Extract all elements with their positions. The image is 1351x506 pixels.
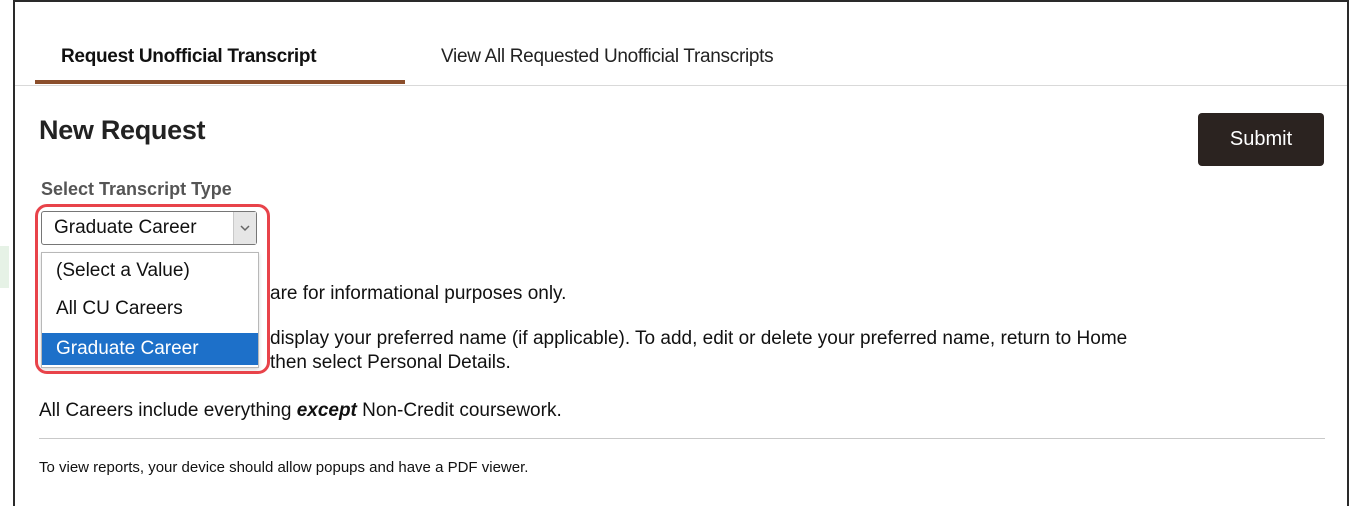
popup-pdf-note: To view reports, your device should allo…	[39, 459, 529, 476]
chevron-down-icon[interactable]	[233, 212, 256, 244]
active-tab-indicator	[35, 80, 405, 84]
divider	[39, 438, 1325, 439]
info-text-line-2: display your preferred name (if applicab…	[270, 328, 1128, 349]
careers-note: All Careers include everything except No…	[39, 400, 562, 422]
dropdown-option-all-cu-careers[interactable]: All CU Careers	[42, 293, 258, 325]
careers-note-suffix: Non-Credit coursework.	[356, 400, 562, 421]
page-title: New Request	[39, 115, 206, 145]
transcript-type-select[interactable]: Graduate Career	[41, 211, 257, 245]
tab-bar: Request Unofficial Transcript View All R…	[15, 2, 1347, 86]
dropdown-option-select-a-value[interactable]: (Select a Value)	[42, 255, 258, 287]
info-text-line-3: then select Personal Details.	[270, 352, 511, 373]
careers-note-prefix: All Careers include everything	[39, 400, 297, 421]
left-edge-indicator	[0, 246, 9, 288]
transcript-type-selected-value: Graduate Career	[54, 217, 197, 238]
dropdown-option-graduate-career[interactable]: Graduate Career	[42, 333, 258, 365]
info-text-line-1: are for informational purposes only.	[270, 283, 567, 304]
transcript-type-dropdown: (Select a Value) All CU Careers Graduate…	[41, 252, 259, 368]
submit-button[interactable]: Submit	[1198, 113, 1324, 166]
transcript-type-label: Select Transcript Type	[41, 179, 232, 199]
tab-view-all-requested[interactable]: View All Requested Unofficial Transcript…	[441, 46, 774, 68]
tab-request-unofficial-transcript[interactable]: Request Unofficial Transcript	[61, 46, 317, 68]
careers-note-emphasis: except	[296, 400, 357, 421]
transcript-request-panel: Request Unofficial Transcript View All R…	[13, 0, 1349, 506]
